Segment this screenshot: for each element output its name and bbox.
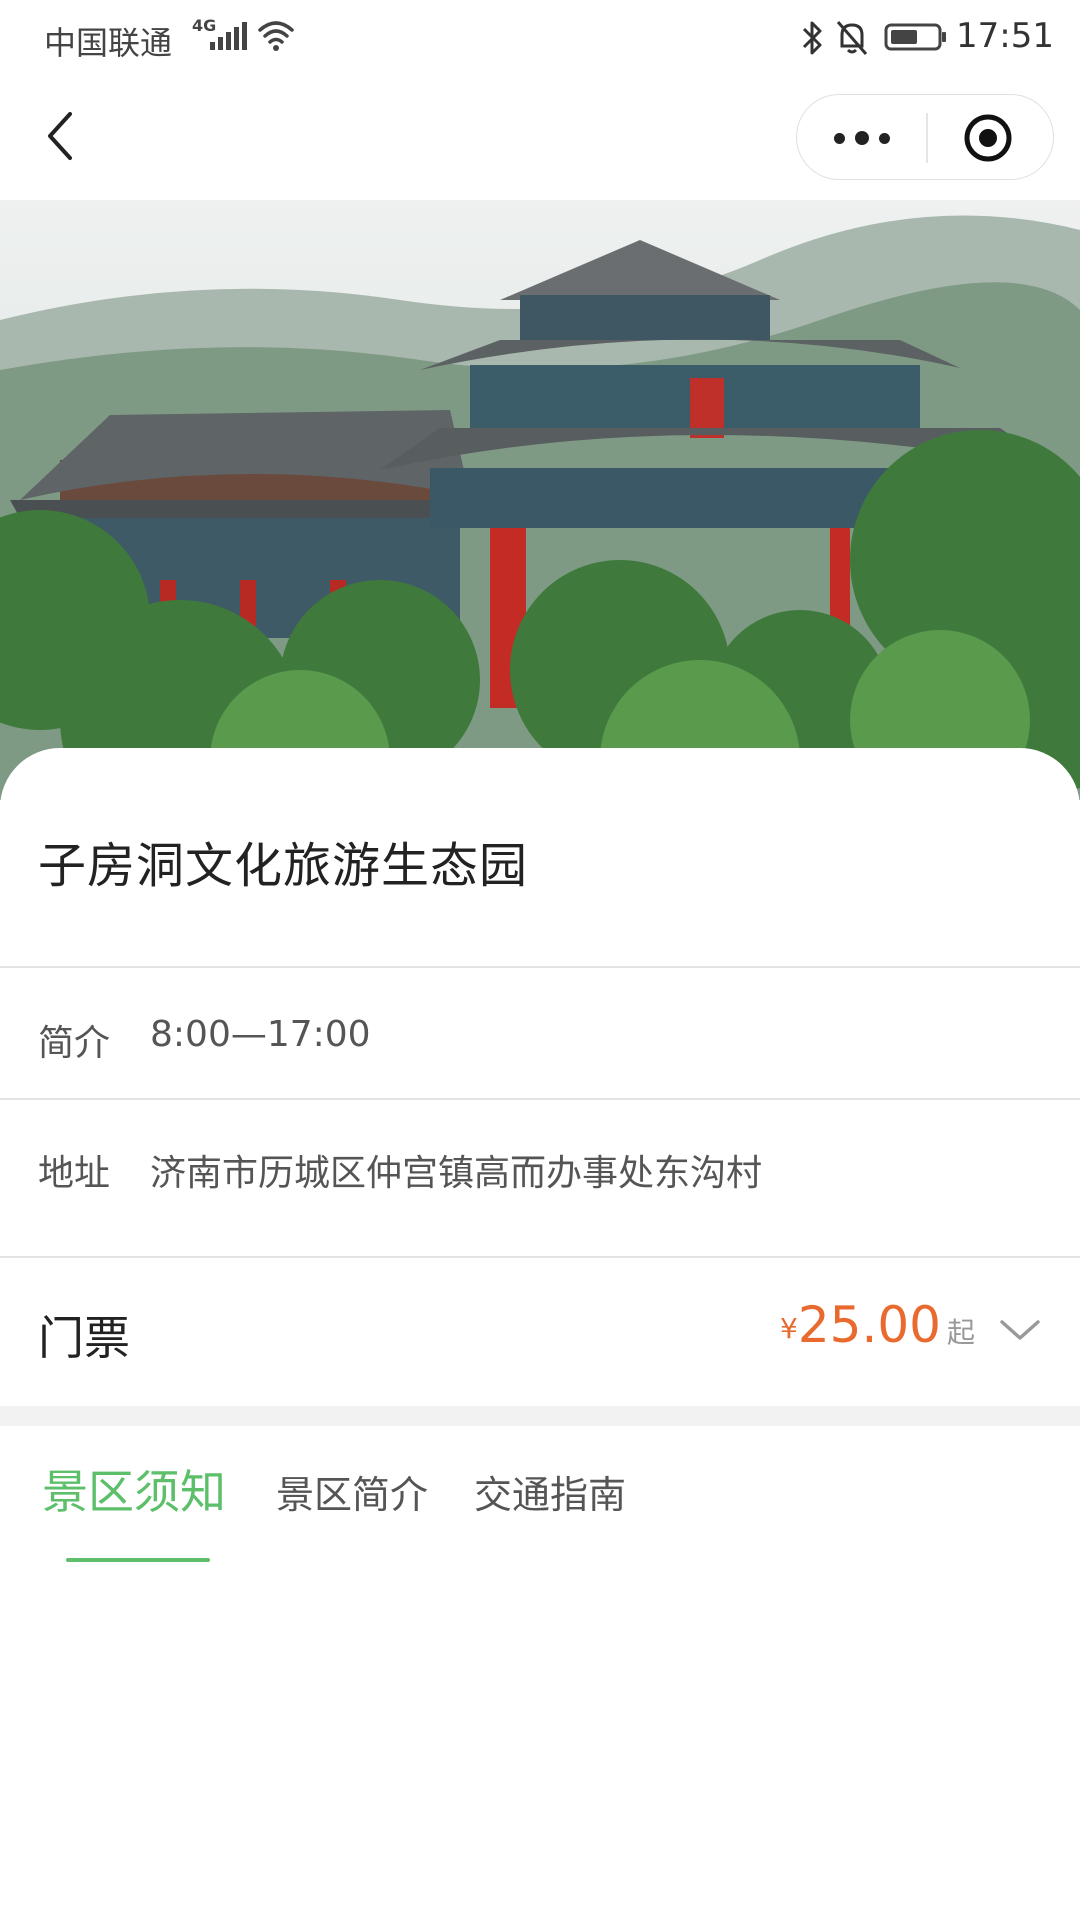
wifi-icon <box>258 21 294 51</box>
price-amount: 25.00 <box>797 1296 941 1354</box>
back-chevron-icon[interactable] <box>40 106 80 166</box>
divider <box>0 1098 1080 1100</box>
tab-scenic-intro[interactable]: 景区简介 <box>276 1464 428 1519</box>
active-tab-indicator <box>66 1558 210 1562</box>
address-label: 地址 <box>38 1153 111 1194</box>
mini-program-capsule <box>796 94 1054 180</box>
battery-icon <box>884 23 946 51</box>
address-value[interactable]: 济南市历城区仲宫镇高而办事处东沟村 <box>150 1144 762 1196</box>
bluetooth-icon <box>802 21 822 55</box>
ticket-price: ¥25.00 起 <box>780 1296 975 1354</box>
status-bar: 中国联通 4G 17:51 <box>0 0 1080 76</box>
target-close-icon[interactable] <box>962 112 1014 164</box>
section-separator <box>0 1406 1080 1426</box>
attraction-title: 子房洞文化旅游生态园 <box>38 838 529 894</box>
price-suffix: 起 <box>946 1316 975 1349</box>
divider <box>0 966 1080 968</box>
clock: 17:51 <box>956 16 1054 56</box>
chevron-down-icon[interactable] <box>998 1318 1042 1344</box>
signal-icon <box>210 22 247 50</box>
tab-scenic-notice[interactable]: 景区须知 <box>42 1456 226 1522</box>
nav-bar <box>0 76 1080 200</box>
mute-icon <box>836 21 868 55</box>
carrier-name: 中国联通 <box>44 24 173 62</box>
currency-symbol: ¥ <box>780 1312 798 1345</box>
ticket-label: 门票 <box>38 1311 130 1365</box>
tab-traffic-guide[interactable]: 交通指南 <box>474 1464 626 1519</box>
intro-label: 简介 <box>38 1023 111 1064</box>
divider <box>0 1256 1080 1258</box>
hero-image <box>0 200 1080 800</box>
attraction-card: 子房洞文化旅游生态园 简介 8:00—17:00 地址 济南市历城区仲宫镇高而办… <box>0 748 1080 1920</box>
intro-value: 8:00—17:00 <box>150 1014 371 1055</box>
capsule-divider <box>926 113 928 163</box>
more-dots-icon[interactable] <box>827 113 897 163</box>
